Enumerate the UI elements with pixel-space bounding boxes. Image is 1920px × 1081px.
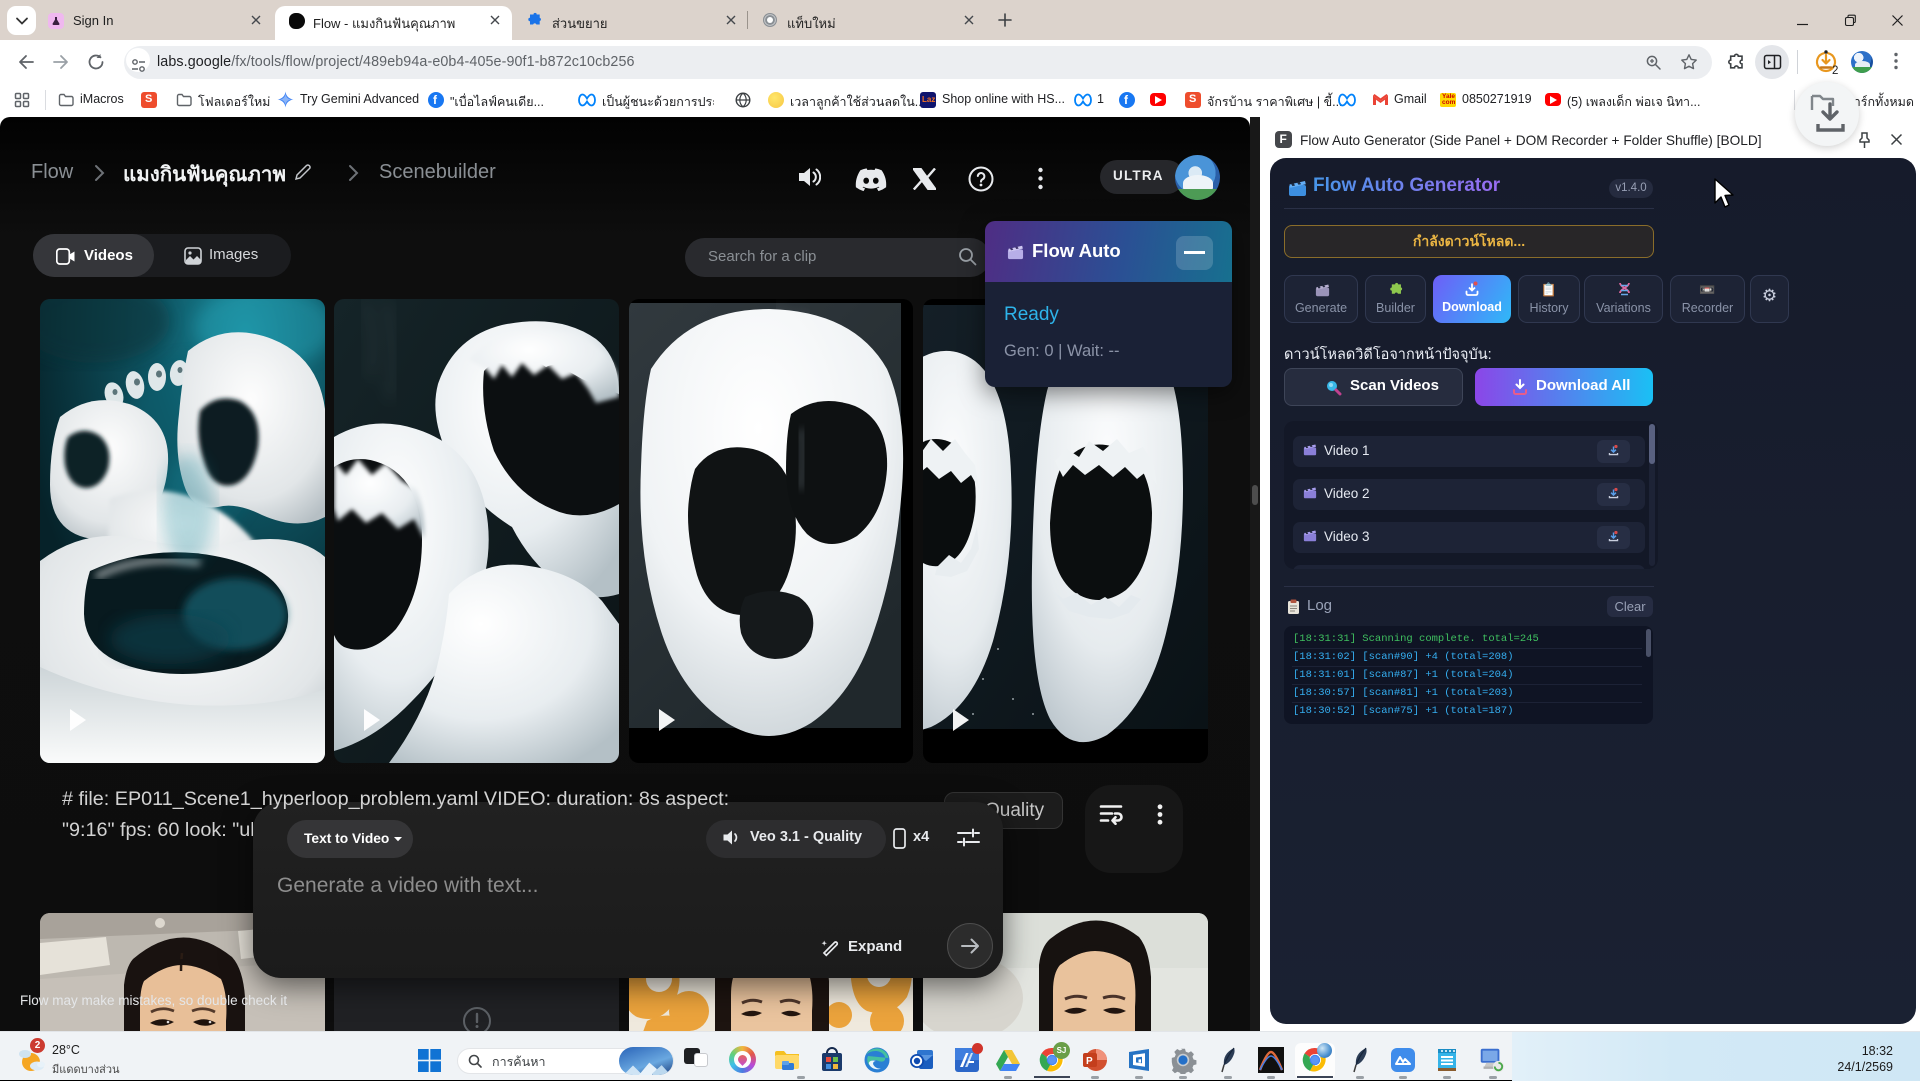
svg-text:2: 2	[1832, 65, 1838, 76]
svg-text:P: P	[1086, 1056, 1093, 1067]
